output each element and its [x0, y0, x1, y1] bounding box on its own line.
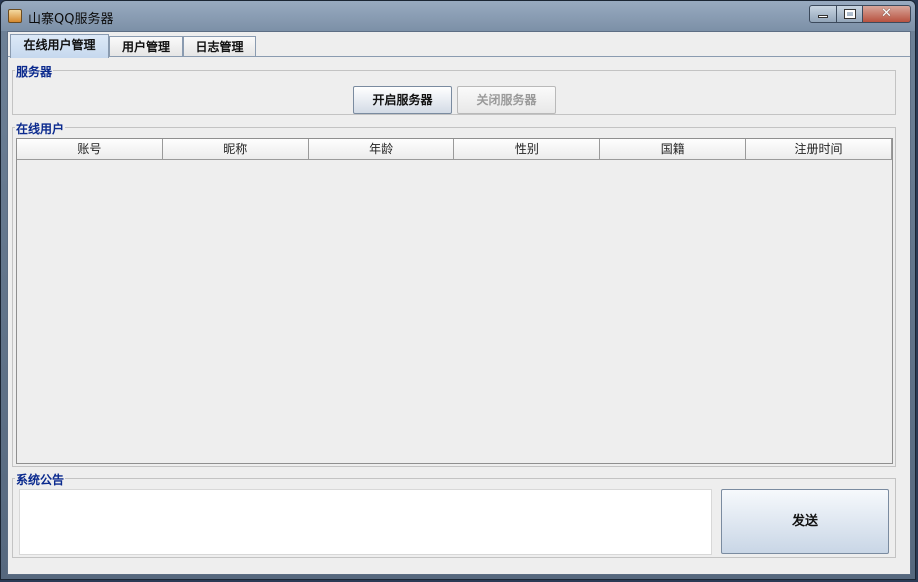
announcement-group-title: 系统公告	[15, 471, 66, 488]
close-icon: ✕	[881, 6, 892, 21]
title-bar[interactable]: 山寨QQ服务器 ✕	[1, 1, 915, 31]
close-button[interactable]: ✕	[863, 5, 911, 23]
online-users-table[interactable]: 账号 昵称 年龄 性别 国籍 注册时间	[16, 138, 893, 464]
minimize-icon	[818, 15, 828, 18]
window-title: 山寨QQ服务器	[28, 12, 114, 27]
java-app-icon	[8, 9, 22, 23]
column-header-nationality[interactable]: 国籍	[600, 139, 747, 160]
send-button[interactable]: 发送	[721, 489, 889, 554]
server-group-title: 服务器	[15, 63, 54, 80]
maximize-button[interactable]	[837, 5, 863, 23]
tab-online-users[interactable]: 在线用户管理	[10, 34, 109, 58]
tab-log-management[interactable]: 日志管理	[183, 36, 256, 57]
column-header-gender[interactable]: 性别	[454, 139, 601, 160]
online-users-group: 在线用户 账号 昵称 年龄 性别 国籍 注册时间	[12, 120, 896, 467]
column-header-age[interactable]: 年龄	[308, 139, 455, 160]
server-group: 服务器 开启服务器 关闭服务器	[12, 63, 896, 115]
column-header-account[interactable]: 账号	[17, 139, 163, 160]
start-server-button[interactable]: 开启服务器	[353, 86, 452, 114]
online-users-group-title: 在线用户	[15, 120, 66, 137]
column-header-register-time[interactable]: 注册时间	[746, 139, 892, 160]
tab-user-management[interactable]: 用户管理	[109, 36, 183, 57]
tab-divider	[8, 56, 910, 57]
announcement-input[interactable]	[19, 489, 712, 555]
maximize-icon	[843, 9, 856, 19]
main-panel: 在线用户管理 用户管理 日志管理 服务器 开启服务器 关闭服务器 在线用户 账号…	[7, 31, 911, 575]
app-window: 山寨QQ服务器 ✕ 在线用户管理 用户管理 日志管理 服务器 开启服务器 关闭服…	[0, 0, 916, 580]
table-header: 账号 昵称 年龄 性别 国籍 注册时间	[17, 139, 892, 160]
announcement-group: 系统公告 发送	[12, 471, 896, 558]
minimize-button[interactable]	[809, 5, 837, 23]
column-header-nickname[interactable]: 昵称	[162, 139, 309, 160]
stop-server-button[interactable]: 关闭服务器	[457, 86, 556, 114]
